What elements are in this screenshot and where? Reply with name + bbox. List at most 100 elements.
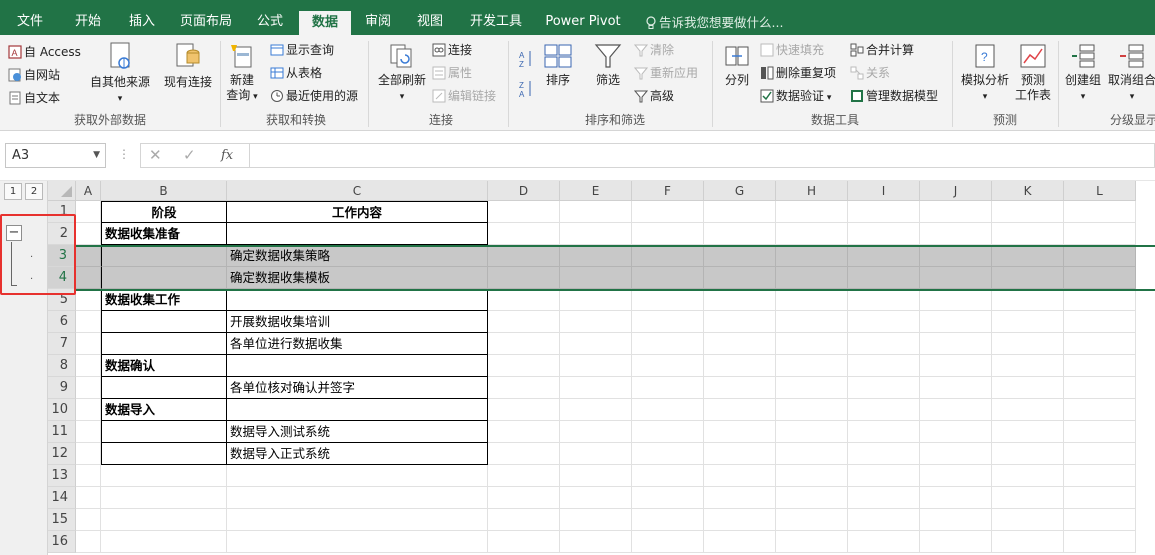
- cell-L14[interactable]: [1064, 487, 1136, 509]
- existing-connections-button[interactable]: 现有连接: [160, 41, 216, 90]
- cell-H2[interactable]: [776, 223, 848, 245]
- cell-B4[interactable]: [101, 267, 227, 289]
- cell-K14[interactable]: [992, 487, 1064, 509]
- column-header-B[interactable]: B: [101, 181, 227, 201]
- cell-L2[interactable]: [1064, 223, 1136, 245]
- cell-B16[interactable]: [101, 531, 227, 553]
- select-all-corner[interactable]: [48, 181, 76, 201]
- column-header-I[interactable]: I: [848, 181, 920, 201]
- cell-J9[interactable]: [920, 377, 992, 399]
- cell-L7[interactable]: [1064, 333, 1136, 355]
- tab-developer[interactable]: 开发工具: [460, 0, 532, 35]
- cell-C1[interactable]: 工作内容: [227, 201, 488, 223]
- cancel-icon[interactable]: ✕: [149, 146, 162, 164]
- group-button[interactable]: 创建组 ▾: [1060, 41, 1106, 105]
- data-validation-button[interactable]: 数据验证 ▾: [760, 87, 831, 107]
- cell-K6[interactable]: [992, 311, 1064, 333]
- cell-J11[interactable]: [920, 421, 992, 443]
- cell-E4[interactable]: [560, 267, 632, 289]
- tab-data[interactable]: 数据: [299, 11, 351, 35]
- cell-F6[interactable]: [632, 311, 704, 333]
- cell-F16[interactable]: [632, 531, 704, 553]
- insert-function-button[interactable]: fx: [221, 148, 233, 163]
- cell-A6[interactable]: [76, 311, 101, 333]
- cell-F3[interactable]: [632, 245, 704, 267]
- cell-A11[interactable]: [76, 421, 101, 443]
- column-header-H[interactable]: H: [776, 181, 848, 201]
- sort-ascending-button[interactable]: AZ: [518, 49, 534, 73]
- cell-G8[interactable]: [704, 355, 776, 377]
- cell-J3[interactable]: [920, 245, 992, 267]
- cell-G7[interactable]: [704, 333, 776, 355]
- tab-insert[interactable]: 插入: [116, 0, 168, 35]
- cell-C10[interactable]: [227, 399, 488, 421]
- cell-J2[interactable]: [920, 223, 992, 245]
- cell-J5[interactable]: [920, 289, 992, 311]
- advanced-filter-button[interactable]: 高级: [634, 87, 674, 105]
- cell-K2[interactable]: [992, 223, 1064, 245]
- cell-L12[interactable]: [1064, 443, 1136, 465]
- cell-I16[interactable]: [848, 531, 920, 553]
- cell-G11[interactable]: [704, 421, 776, 443]
- cell-H15[interactable]: [776, 509, 848, 531]
- cell-J4[interactable]: [920, 267, 992, 289]
- new-query-button[interactable]: 新建 查询 ▾: [222, 41, 262, 105]
- cell-G15[interactable]: [704, 509, 776, 531]
- cell-E15[interactable]: [560, 509, 632, 531]
- row-header-6[interactable]: 6: [48, 311, 76, 333]
- cell-I5[interactable]: [848, 289, 920, 311]
- row-header-8[interactable]: 8: [48, 355, 76, 377]
- clear-filter-button[interactable]: 清除: [634, 41, 674, 59]
- show-queries-button[interactable]: 显示查询: [270, 41, 334, 59]
- cell-C12[interactable]: 数据导入正式系统: [227, 443, 488, 465]
- row-header-14[interactable]: 14: [48, 487, 76, 509]
- cell-H4[interactable]: [776, 267, 848, 289]
- cell-D8[interactable]: [488, 355, 560, 377]
- properties-button[interactable]: 属性: [432, 64, 472, 82]
- tab-view[interactable]: 视图: [404, 0, 456, 35]
- cell-B2[interactable]: 数据收集准备: [101, 223, 227, 245]
- tab-formulas[interactable]: 公式: [244, 0, 296, 35]
- cell-F7[interactable]: [632, 333, 704, 355]
- cell-A14[interactable]: [76, 487, 101, 509]
- reapply-button[interactable]: 重新应用: [634, 64, 698, 82]
- row-header-10[interactable]: 10: [48, 399, 76, 421]
- cell-L11[interactable]: [1064, 421, 1136, 443]
- row-header-13[interactable]: 13: [48, 465, 76, 487]
- cell-H8[interactable]: [776, 355, 848, 377]
- cell-L1[interactable]: [1064, 201, 1136, 223]
- cell-A16[interactable]: [76, 531, 101, 553]
- cell-G5[interactable]: [704, 289, 776, 311]
- cell-K12[interactable]: [992, 443, 1064, 465]
- cell-J6[interactable]: [920, 311, 992, 333]
- tab-home[interactable]: 开始: [62, 0, 114, 35]
- cell-L16[interactable]: [1064, 531, 1136, 553]
- cell-B13[interactable]: [101, 465, 227, 487]
- cell-C11[interactable]: 数据导入测试系统: [227, 421, 488, 443]
- consolidate-button[interactable]: 合并计算: [850, 41, 914, 59]
- cell-L3[interactable]: [1064, 245, 1136, 267]
- formula-input[interactable]: [250, 143, 1155, 168]
- cell-B15[interactable]: [101, 509, 227, 531]
- cell-A3[interactable]: [76, 245, 101, 267]
- cell-F1[interactable]: [632, 201, 704, 223]
- cell-H6[interactable]: [776, 311, 848, 333]
- cell-K10[interactable]: [992, 399, 1064, 421]
- tab-file[interactable]: 文件: [4, 0, 56, 35]
- cell-E16[interactable]: [560, 531, 632, 553]
- cell-I9[interactable]: [848, 377, 920, 399]
- what-if-analysis-button[interactable]: ? 模拟分析 ▾: [956, 41, 1014, 105]
- tab-page-layout[interactable]: 页面布局: [172, 0, 240, 35]
- cell-H1[interactable]: [776, 201, 848, 223]
- cell-C8[interactable]: [227, 355, 488, 377]
- forecast-sheet-button[interactable]: 预测 工作表: [1012, 41, 1054, 103]
- remove-duplicates-button[interactable]: 删除重复项: [760, 64, 836, 82]
- cell-H7[interactable]: [776, 333, 848, 355]
- cell-J10[interactable]: [920, 399, 992, 421]
- cell-K15[interactable]: [992, 509, 1064, 531]
- row-header-12[interactable]: 12: [48, 443, 76, 465]
- cell-H13[interactable]: [776, 465, 848, 487]
- cell-I4[interactable]: [848, 267, 920, 289]
- cell-J7[interactable]: [920, 333, 992, 355]
- sort-button[interactable]: 排序: [540, 41, 576, 88]
